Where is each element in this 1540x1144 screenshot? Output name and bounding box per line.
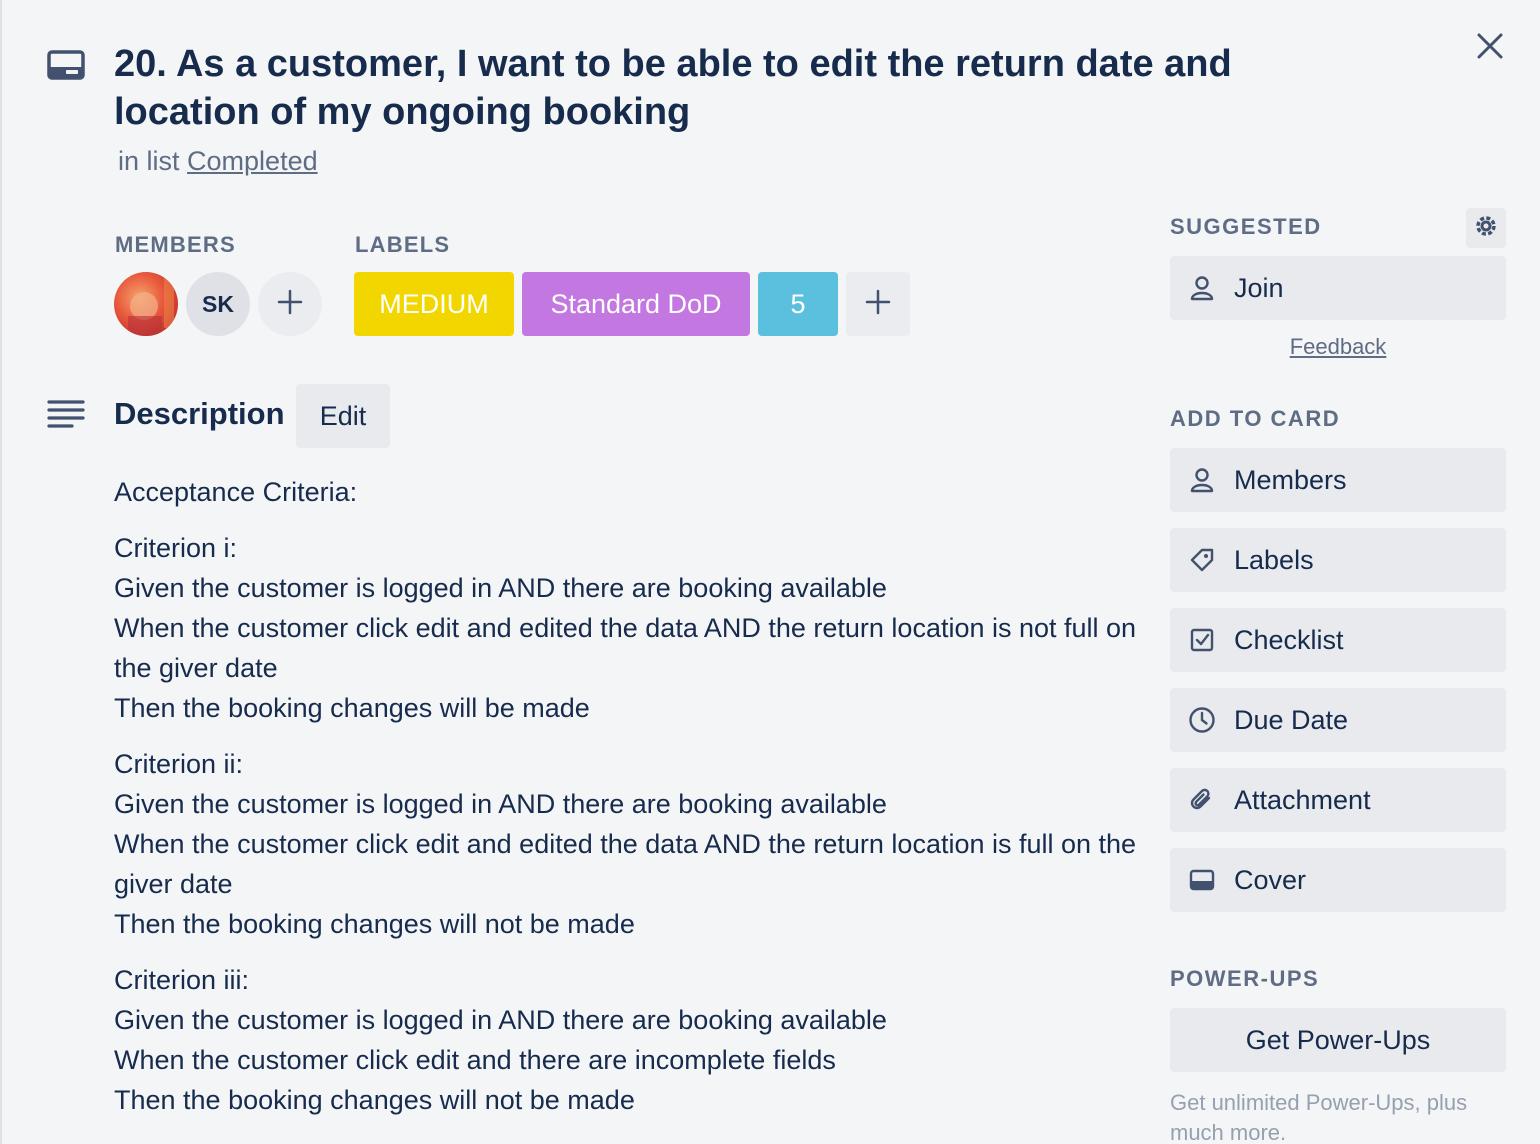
description-line: Then the booking changes will not be mad…	[114, 909, 635, 939]
join-label: Join	[1234, 272, 1284, 303]
add-checklist-button[interactable]: Checklist	[1170, 608, 1506, 672]
list-link[interactable]: Completed	[187, 146, 318, 176]
add-members-label: Members	[1234, 464, 1347, 495]
description-paragraph: Criterion iii: Given the customer is log…	[114, 960, 1144, 1120]
description-paragraph: Criterion i: Given the customer is logge…	[114, 528, 1144, 728]
description-heading: Description	[114, 396, 285, 431]
suggested-heading: SUGGESTED	[1170, 214, 1322, 239]
plus-icon	[277, 289, 303, 320]
description-paragraph: Acceptance Criteria:	[114, 472, 1144, 512]
description-line: When the customer click edit and edited …	[114, 829, 1137, 899]
description-line: Criterion iii:	[114, 965, 250, 995]
add-cover-label: Cover	[1234, 864, 1307, 895]
description-line: Then the booking changes will not be mad…	[114, 1085, 635, 1115]
checklist-icon	[1188, 626, 1216, 654]
description-line: Criterion ii:	[114, 749, 244, 779]
add-due-date-label: Due Date	[1234, 704, 1349, 735]
add-members-button[interactable]: Members	[1170, 448, 1506, 512]
feedback-link[interactable]: Feedback	[1170, 334, 1506, 360]
description-icon	[46, 398, 86, 432]
in-list-prefix: in list	[118, 146, 180, 176]
add-attachment-button[interactable]: Attachment	[1170, 768, 1506, 832]
cover-icon	[1188, 866, 1216, 894]
card-list-info: in list Completed	[118, 146, 318, 177]
add-labels-label: Labels	[1234, 544, 1314, 575]
tag-icon	[1188, 546, 1216, 574]
person-icon	[1188, 466, 1216, 494]
add-due-date-button[interactable]: Due Date	[1170, 688, 1506, 752]
person-icon	[1188, 274, 1216, 302]
add-member-button[interactable]	[258, 272, 322, 336]
description-body[interactable]: Acceptance Criteria: Criterion i: Given …	[114, 472, 1144, 1136]
card-icon	[46, 48, 86, 82]
description-line: When the customer click edit and edited …	[114, 613, 1137, 683]
plus-icon	[865, 289, 891, 320]
add-labels-button[interactable]: Labels	[1170, 528, 1506, 592]
powerups-heading: POWER-UPS	[1170, 966, 1320, 991]
add-checklist-label: Checklist	[1234, 624, 1344, 655]
clock-icon	[1188, 706, 1216, 734]
join-button[interactable]: Join	[1170, 256, 1506, 320]
label-standard-dod[interactable]: Standard DoD	[522, 272, 750, 336]
description-line: Then the booking changes will be made	[114, 693, 590, 723]
description-line: Given the customer is logged in AND ther…	[114, 789, 887, 819]
label-medium[interactable]: MEDIUM	[354, 272, 514, 336]
window-edge	[0, 0, 2, 1144]
gear-icon	[1473, 213, 1499, 244]
members-heading: MEMBERS	[115, 232, 236, 257]
description-line: Given the customer is logged in AND ther…	[114, 573, 887, 603]
labels-heading: LABELS	[355, 232, 451, 257]
edit-description-button[interactable]: Edit	[296, 384, 390, 448]
card-detail-window: 20. As a customer, I want to be able to …	[0, 0, 1540, 1144]
suggested-settings-button[interactable]	[1466, 208, 1506, 248]
member-avatar-initials[interactable]: SK	[186, 272, 250, 336]
label-points[interactable]: 5	[758, 272, 838, 336]
add-to-card-heading: ADD TO CARD	[1170, 406, 1341, 431]
description-line: Given the customer is logged in AND ther…	[114, 1005, 887, 1035]
card-sidebar: SUGGESTED Join Feedback ADD TO CARD Memb…	[1170, 0, 1506, 1144]
paperclip-icon	[1188, 786, 1216, 814]
get-powerups-button[interactable]: Get Power-Ups	[1170, 1008, 1506, 1072]
avatar-photo-icon	[128, 278, 174, 336]
description-paragraph: Criterion ii: Given the customer is logg…	[114, 744, 1144, 944]
description-line: Criterion i:	[114, 533, 238, 563]
description-line: When the customer click edit and there a…	[114, 1045, 836, 1075]
member-avatar-photo[interactable]	[114, 272, 178, 336]
add-label-button[interactable]	[846, 272, 910, 336]
powerups-note: Get unlimited Power-Ups, plus much more.	[1170, 1090, 1468, 1144]
description-line: Acceptance Criteria:	[114, 477, 358, 507]
add-attachment-label: Attachment	[1234, 784, 1371, 815]
add-cover-button[interactable]: Cover	[1170, 848, 1506, 912]
